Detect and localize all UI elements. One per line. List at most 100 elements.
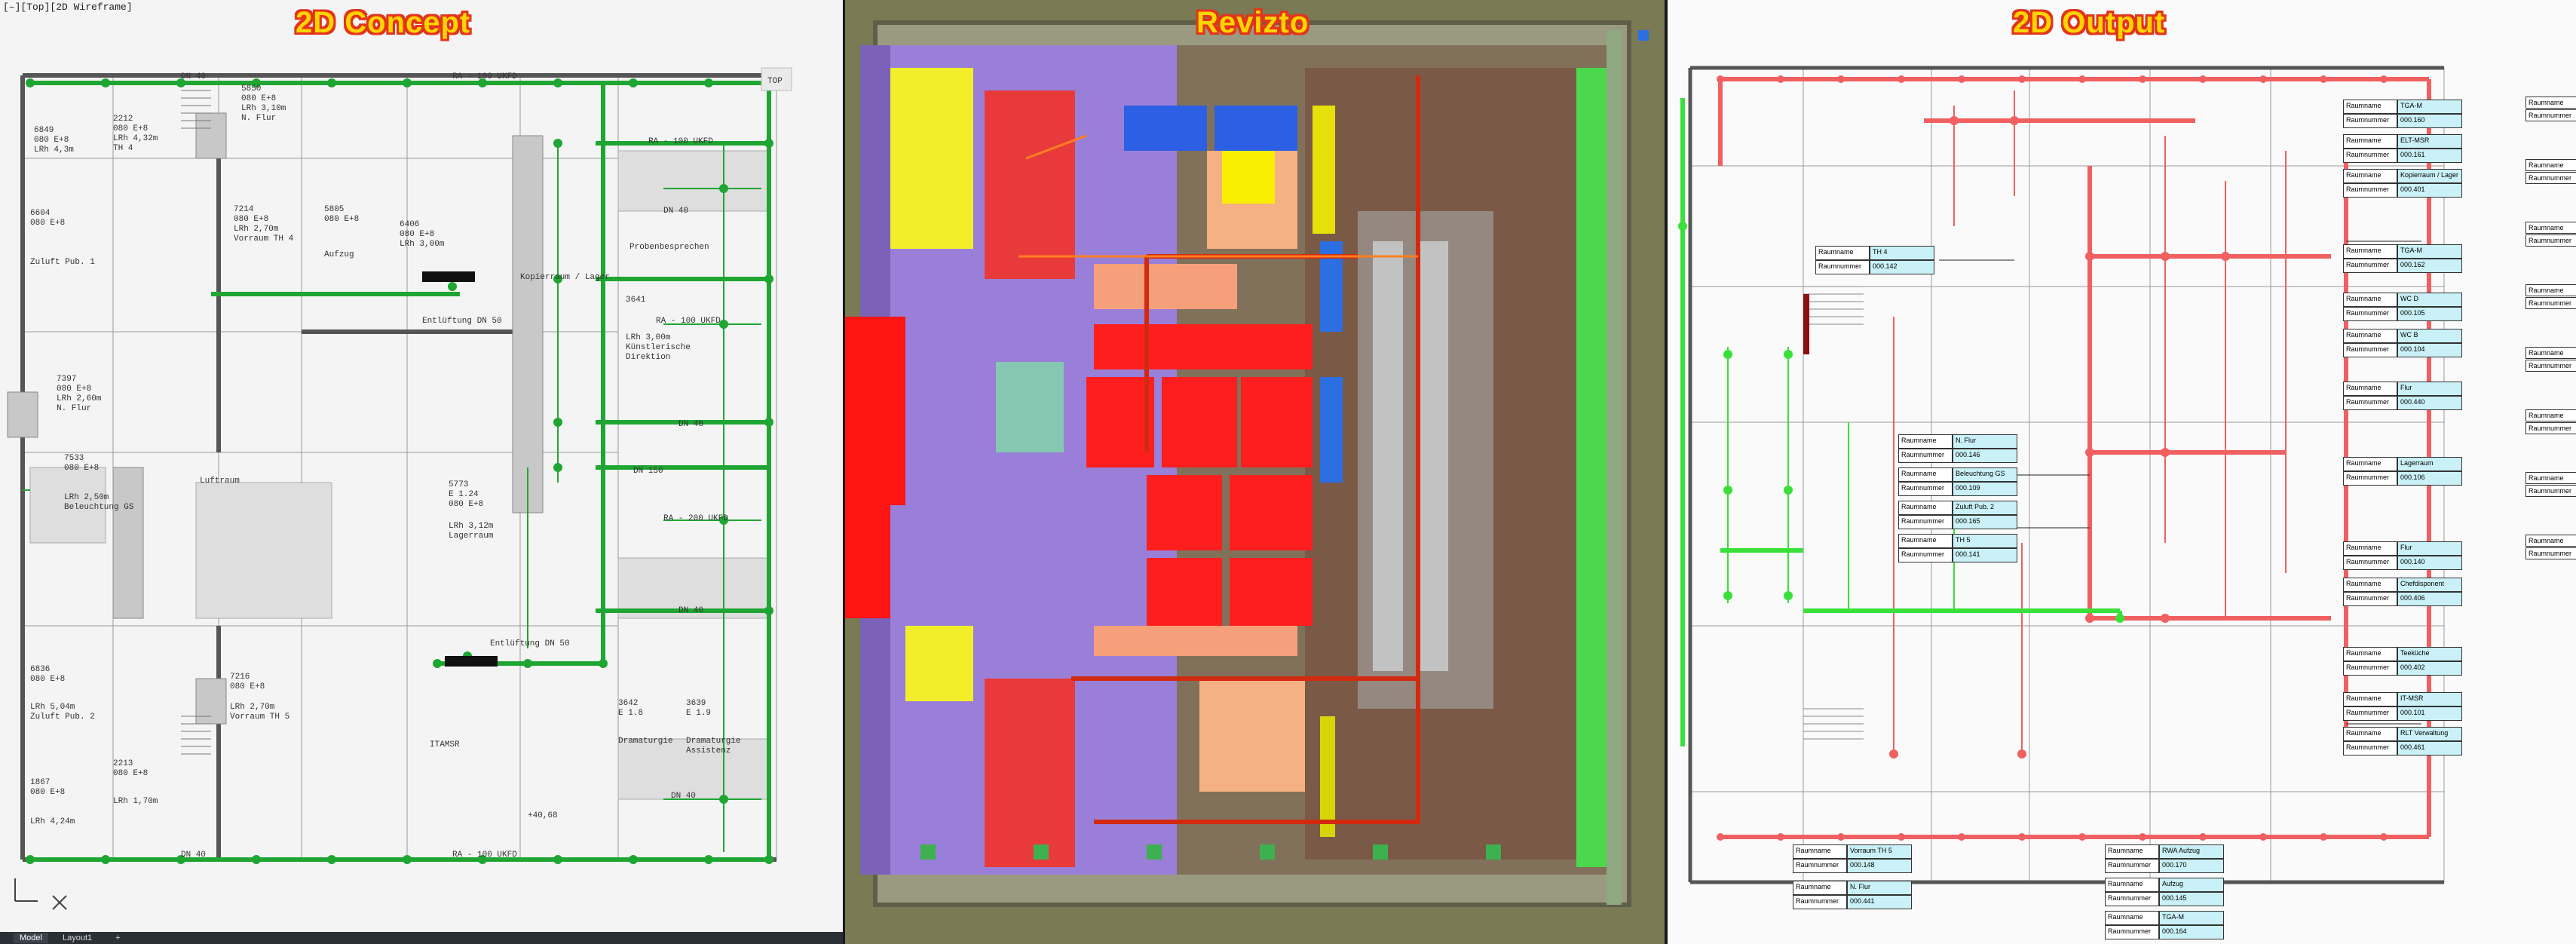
room-tag-right-12[interactable]: Raumname RLT Verwaltung Raumnummer 000.461 xyxy=(2343,727,2462,756)
tag-key-number: Raumnummer xyxy=(1815,260,1870,274)
tag-value-name: Zuluft Pub. 2 xyxy=(1953,501,2017,515)
svg-text:DN 40: DN 40 xyxy=(663,207,688,216)
svg-text:TOP: TOP xyxy=(767,77,783,86)
edge-label: Raumname xyxy=(2525,159,2576,171)
tag-value-number: 000.104 xyxy=(2397,343,2462,357)
edge-room-tags: Raumname Raumnummer Raumname Raumnummer … xyxy=(2525,97,2576,597)
svg-text:080 E+8: 080 E+8 xyxy=(30,675,65,684)
svg-text:Aufzug: Aufzug xyxy=(324,250,354,259)
room-tag-bottom-1[interactable]: Raumname N. Flur Raumnummer 000.441 xyxy=(1793,881,1912,909)
edge-label: Raumnummer xyxy=(2525,109,2576,121)
tag-key-number: Raumnummer xyxy=(2105,859,2159,873)
tag-value-name: TGA-M xyxy=(2159,911,2224,925)
room-tag-right-6[interactable]: Raumname Flur Raumnummer 000.440 xyxy=(2343,382,2462,410)
tag-value-number: 000.160 xyxy=(2397,114,2462,128)
room-tag-left-0[interactable]: Raumname TH 4 Raumnummer 000.142 xyxy=(1815,246,1934,274)
room-tag-left-3[interactable]: Raumname Zuluft Pub. 2 Raumnummer 000.165 xyxy=(1898,501,2017,529)
room-tag-bottom-4[interactable]: Raumname TGA-M Raumnummer 000.164 xyxy=(2105,911,2224,939)
svg-text:080 E+8: 080 E+8 xyxy=(449,500,483,509)
tag-key-name: Raumname xyxy=(2343,647,2397,661)
svg-text:LRh 2,60m: LRh 2,60m xyxy=(57,394,102,403)
room-tag-right-3[interactable]: Raumname TGA-M Raumnummer 000.162 xyxy=(2343,244,2462,273)
svg-text:DN 40: DN 40 xyxy=(678,606,703,615)
tag-value-name: Lagerraum xyxy=(2397,457,2462,471)
output-drawing-viewport[interactable]: Raumname TGA-M Raumnummer 000.160 Raumname… xyxy=(1668,0,2576,944)
room-tag-right-9[interactable]: Raumname Chefdisponent Raumnummer 000.406 xyxy=(2343,578,2462,606)
concept-title: 2D Concept xyxy=(296,6,471,39)
tag-key-number: Raumnummer xyxy=(1793,859,1847,873)
room-tag-bottom-2[interactable]: Raumname RWA Aufzug Raumnummer 000.170 xyxy=(2105,844,2224,873)
tag-key-number: Raumnummer xyxy=(1898,449,1953,463)
svg-text:E 1.24: E 1.24 xyxy=(449,490,479,499)
svg-text:5850: 5850 xyxy=(241,84,261,93)
tag-value-name: Vorraum TH 5 xyxy=(1847,844,1912,859)
tag-value-name: Aufzug xyxy=(2159,878,2224,892)
tag-value-number: 000.165 xyxy=(1953,515,2017,529)
room-tag-left-1[interactable]: Raumname N. Flur Raumnummer 000.146 xyxy=(1898,434,2017,463)
room-tag-bottom-3[interactable]: Raumname Aufzug Raumnummer 000.145 xyxy=(2105,878,2224,906)
tag-key-name: Raumname xyxy=(1815,246,1870,260)
room-tag-right-8[interactable]: Raumname Flur Raumnummer 000.140 xyxy=(2343,541,2462,570)
tag-value-name: N. Flur xyxy=(1953,434,2017,449)
tag-key-name: Raumname xyxy=(1898,501,1953,515)
tag-value-name: Flur xyxy=(2397,382,2462,396)
svg-text:LRh 4,3m: LRh 4,3m xyxy=(34,146,74,155)
tag-value-number: 000.406 xyxy=(2397,592,2462,606)
room-tag-left-2[interactable]: Raumname Beleuchtung GS Raumnummer 000.109 xyxy=(1898,467,2017,496)
room-tag-right-0[interactable]: Raumname TGA-M Raumnummer 000.160 xyxy=(2343,100,2462,128)
tag-value-number: 000.141 xyxy=(1953,548,2017,562)
svg-text:LRh 1,70m: LRh 1,70m xyxy=(113,797,158,806)
svg-text:LRh 3,00m: LRh 3,00m xyxy=(400,240,445,249)
tag-value-number: 000.461 xyxy=(2397,741,2462,756)
revizto-model-view[interactable] xyxy=(845,0,1665,944)
revizto-3d-viewport[interactable]: Revizto xyxy=(845,0,1665,944)
tab-layout1[interactable]: Layout1 xyxy=(57,933,98,943)
tag-value-number: 000.142 xyxy=(1870,260,1934,274)
tag-value-name: WC B xyxy=(2397,329,2462,343)
svg-text:ITAMSR: ITAMSR xyxy=(430,740,460,749)
tag-value-name: TGA-M xyxy=(2397,244,2462,259)
svg-text:RA - 100 UKFD: RA - 100 UKFD xyxy=(648,137,713,146)
tag-key-name: Raumname xyxy=(2343,727,2397,741)
svg-text:E 1.8: E 1.8 xyxy=(618,709,643,718)
edge-label: Raumname xyxy=(2525,347,2576,359)
room-tag-right-1[interactable]: Raumname ELT-MSR Raumnummer 000.161 xyxy=(2343,134,2462,163)
tag-key-name: Raumname xyxy=(2105,911,2159,925)
svg-text:E 1.9: E 1.9 xyxy=(686,709,711,718)
room-tag-bottom-0[interactable]: Raumname Vorraum TH 5 Raumnummer 000.148 xyxy=(1793,844,1912,873)
tab-model[interactable]: Model xyxy=(14,933,48,943)
svg-text:Assistenz: Assistenz xyxy=(686,746,731,756)
svg-text:2212: 2212 xyxy=(113,115,133,124)
tag-value-number: 000.145 xyxy=(2159,892,2224,906)
svg-text:Lagerraum: Lagerraum xyxy=(449,532,494,541)
room-tag-right-10[interactable]: Raumname Teeküche Raumnummer 000.402 xyxy=(2343,647,2462,676)
tag-value-name: WC D xyxy=(2397,293,2462,307)
room-tag-right-4[interactable]: Raumname WC D Raumnummer 000.105 xyxy=(2343,293,2462,321)
svg-text:6849: 6849 xyxy=(34,126,54,135)
tag-value-number: 000.109 xyxy=(1953,482,2017,496)
room-tag-right-2[interactable]: Raumname Kopierraum / Lager Raumnummer 000… xyxy=(2343,169,2462,198)
svg-text:Beleuchtung GS: Beleuchtung GS xyxy=(64,503,134,512)
room-tag-right-7[interactable]: Raumname Lagerraum Raumnummer 000.106 xyxy=(2343,457,2462,486)
svg-text:Künstlerische: Künstlerische xyxy=(626,343,691,352)
room-tag-right-11[interactable]: Raumname IT-MSR Raumnummer 000.101 xyxy=(2343,692,2462,721)
svg-text:Vorraum TH 4: Vorraum TH 4 xyxy=(234,234,294,244)
tag-key-name: Raumname xyxy=(2343,382,2397,396)
concept-viewport[interactable]: [–][Top][2D Wireframe] DN 40 RA - 100 UK… xyxy=(0,0,843,944)
svg-text:DN 150: DN 150 xyxy=(633,467,663,476)
tag-value-number: 000.140 xyxy=(2397,556,2462,570)
tag-value-number: 000.164 xyxy=(2159,925,2224,939)
tag-value-name: TGA-M xyxy=(2397,100,2462,114)
tag-value-number: 000.105 xyxy=(2397,307,2462,321)
room-tag-right-5[interactable]: Raumname WC B Raumnummer 000.104 xyxy=(2343,329,2462,357)
tag-value-name: IT-MSR xyxy=(2397,692,2462,706)
tag-key-number: Raumnummer xyxy=(2343,741,2397,756)
tab-add-button[interactable]: + xyxy=(109,933,126,943)
room-tag-left-4[interactable]: Raumname TH 5 Raumnummer 000.141 xyxy=(1898,534,2017,562)
tag-key-number: Raumnummer xyxy=(2343,149,2397,163)
cad-drawing[interactable]: DN 40 RA - 100 UKFD RA - 100 UKFD DN 40 … xyxy=(0,0,843,932)
tag-key-name: Raumname xyxy=(2343,541,2397,556)
svg-text:080 E+8: 080 E+8 xyxy=(57,385,91,394)
svg-text:LRh 3,00m: LRh 3,00m xyxy=(626,333,671,342)
tag-key-number: Raumnummer xyxy=(1898,548,1953,562)
